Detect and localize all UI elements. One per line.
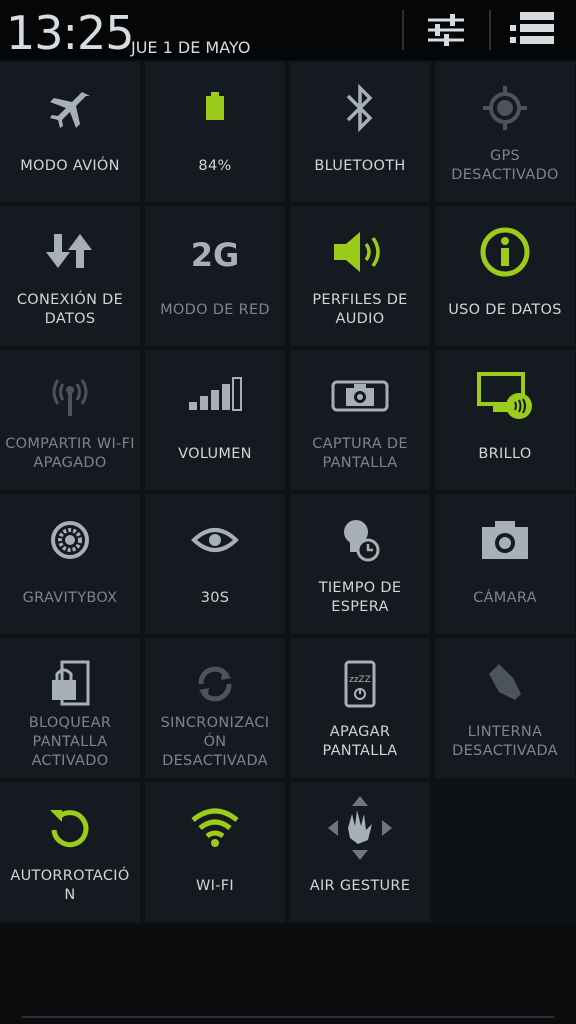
info-icon — [435, 224, 575, 280]
tile-label: TIEMPO DE ESPERA — [318, 580, 402, 615]
tile-label: BRILLO — [478, 445, 532, 462]
divider — [402, 10, 404, 50]
tile-label: APAGAR PANTALLA — [322, 724, 398, 759]
tile-label: MODO DE RED — [160, 301, 270, 318]
tile-label: WI-FI — [196, 877, 234, 894]
tile-gps[interactable]: GPS DESACTIVADO — [435, 62, 575, 202]
tile-label: SINCRONIZACI ÓN DESACTIVADA — [160, 714, 270, 769]
gear-icon — [0, 512, 140, 568]
sync-icon — [145, 656, 285, 712]
tile-label: 30S — [200, 589, 230, 606]
lock-screen-icon — [0, 656, 140, 712]
tile-label: GRAVITYBOX — [22, 589, 118, 606]
tile-air-gesture[interactable]: AIR GESTURE — [290, 782, 430, 922]
notifications-list-button[interactable] — [506, 8, 558, 52]
tile-label: CÁMARA — [473, 589, 537, 606]
tile-label: USO DE DATOS — [448, 301, 562, 318]
tile-network-mode[interactable]: 2G MODO DE RED — [145, 206, 285, 346]
wifi-icon — [145, 800, 285, 856]
tile-label: LINTERNA DESACTIVADA — [452, 724, 558, 759]
tile-screen-off[interactable]: zzZZ APAGAR PANTALLA — [290, 638, 430, 778]
bulb-clock-icon — [290, 512, 430, 568]
data-arrows-icon — [0, 224, 140, 280]
tile-gravitybox[interactable]: GRAVITYBOX — [0, 494, 140, 634]
tile-audio-profiles[interactable]: PERFILES DE AUDIO — [290, 206, 430, 346]
tile-label: MODO AVIÓN — [20, 157, 120, 174]
tile-camera[interactable]: CÁMARA — [435, 494, 575, 634]
air-gesture-icon — [290, 796, 430, 860]
tile-screen-lock[interactable]: BLOQUEAR PANTALLA ACTIVADO — [0, 638, 140, 778]
status-bar: 13:25 JUE 1 DE MAYO — [0, 0, 576, 60]
tile-label: CONEXIÓN DE DATOS — [16, 292, 124, 327]
quick-settings-grid: MODO AVIÓN 84% BLUETOOTH GPS DESACTIVADO… — [0, 62, 576, 924]
sliders-icon — [428, 14, 464, 46]
tile-auto-rotate[interactable]: AUTORROTACIÓ N — [0, 782, 140, 922]
camera-icon — [435, 512, 575, 568]
divider — [489, 10, 491, 50]
tile-wifi-hotspot[interactable]: COMPARTIR WI-FI APAGADO — [0, 350, 140, 490]
drag-handle[interactable] — [22, 1016, 554, 1018]
tile-bluetooth[interactable]: BLUETOOTH — [290, 62, 430, 202]
tile-screen-timeout[interactable]: 30S — [145, 494, 285, 634]
tile-label: AIR GESTURE — [309, 877, 411, 894]
speaker-icon — [290, 224, 430, 280]
bluetooth-icon — [290, 80, 430, 136]
tile-data-usage[interactable]: USO DE DATOS — [435, 206, 575, 346]
tile-mobile-data[interactable]: CONEXIÓN DE DATOS — [0, 206, 140, 346]
tile-label: PERFILES DE AUDIO — [312, 292, 408, 327]
settings-button[interactable] — [420, 8, 472, 52]
svg-text:zzZZ: zzZZ — [349, 675, 371, 685]
date: JUE 1 DE MAYO — [131, 38, 251, 57]
network-2g-icon: 2G — [145, 224, 285, 280]
tile-battery[interactable]: 84% — [145, 62, 285, 202]
battery-icon — [145, 80, 285, 136]
clock: 13:25 — [6, 6, 135, 60]
tile-sync[interactable]: SINCRONIZACI ÓN DESACTIVADA — [145, 638, 285, 778]
tile-airplane-mode[interactable]: MODO AVIÓN — [0, 62, 140, 202]
tile-label: BLOQUEAR PANTALLA ACTIVADO — [28, 714, 112, 769]
svg-text:2G: 2G — [191, 236, 240, 274]
tile-label: VOLUMEN — [178, 445, 252, 462]
tile-wifi[interactable]: WI-FI — [145, 782, 285, 922]
screen-off-icon: zzZZ — [290, 656, 430, 712]
flashlight-icon — [435, 656, 575, 712]
tile-label: 84% — [198, 157, 232, 174]
airplane-icon — [0, 80, 140, 136]
background-area — [0, 924, 576, 1024]
tile-label: GPS DESACTIVADO — [451, 148, 559, 183]
volume-bars-icon — [145, 368, 285, 424]
gps-icon — [435, 80, 575, 136]
tile-label: BLUETOOTH — [314, 157, 406, 174]
screenshot-icon — [290, 368, 430, 424]
tile-label: AUTORROTACIÓ N — [10, 868, 130, 903]
tile-screenshot[interactable]: CAPTURA DE PANTALLA — [290, 350, 430, 490]
tile-standby-time[interactable]: TIEMPO DE ESPERA — [290, 494, 430, 634]
tile-label: CAPTURA DE PANTALLA — [312, 436, 408, 471]
tile-volume[interactable]: VOLUMEN — [145, 350, 285, 490]
list-icon — [510, 12, 554, 44]
eye-icon — [145, 512, 285, 568]
rotate-icon — [0, 800, 140, 856]
tile-flashlight[interactable]: LINTERNA DESACTIVADA — [435, 638, 575, 778]
brightness-icon — [435, 368, 575, 424]
tile-label: COMPARTIR WI-FI APAGADO — [5, 436, 135, 471]
tile-brightness[interactable]: BRILLO — [435, 350, 575, 490]
hotspot-icon — [0, 368, 140, 424]
